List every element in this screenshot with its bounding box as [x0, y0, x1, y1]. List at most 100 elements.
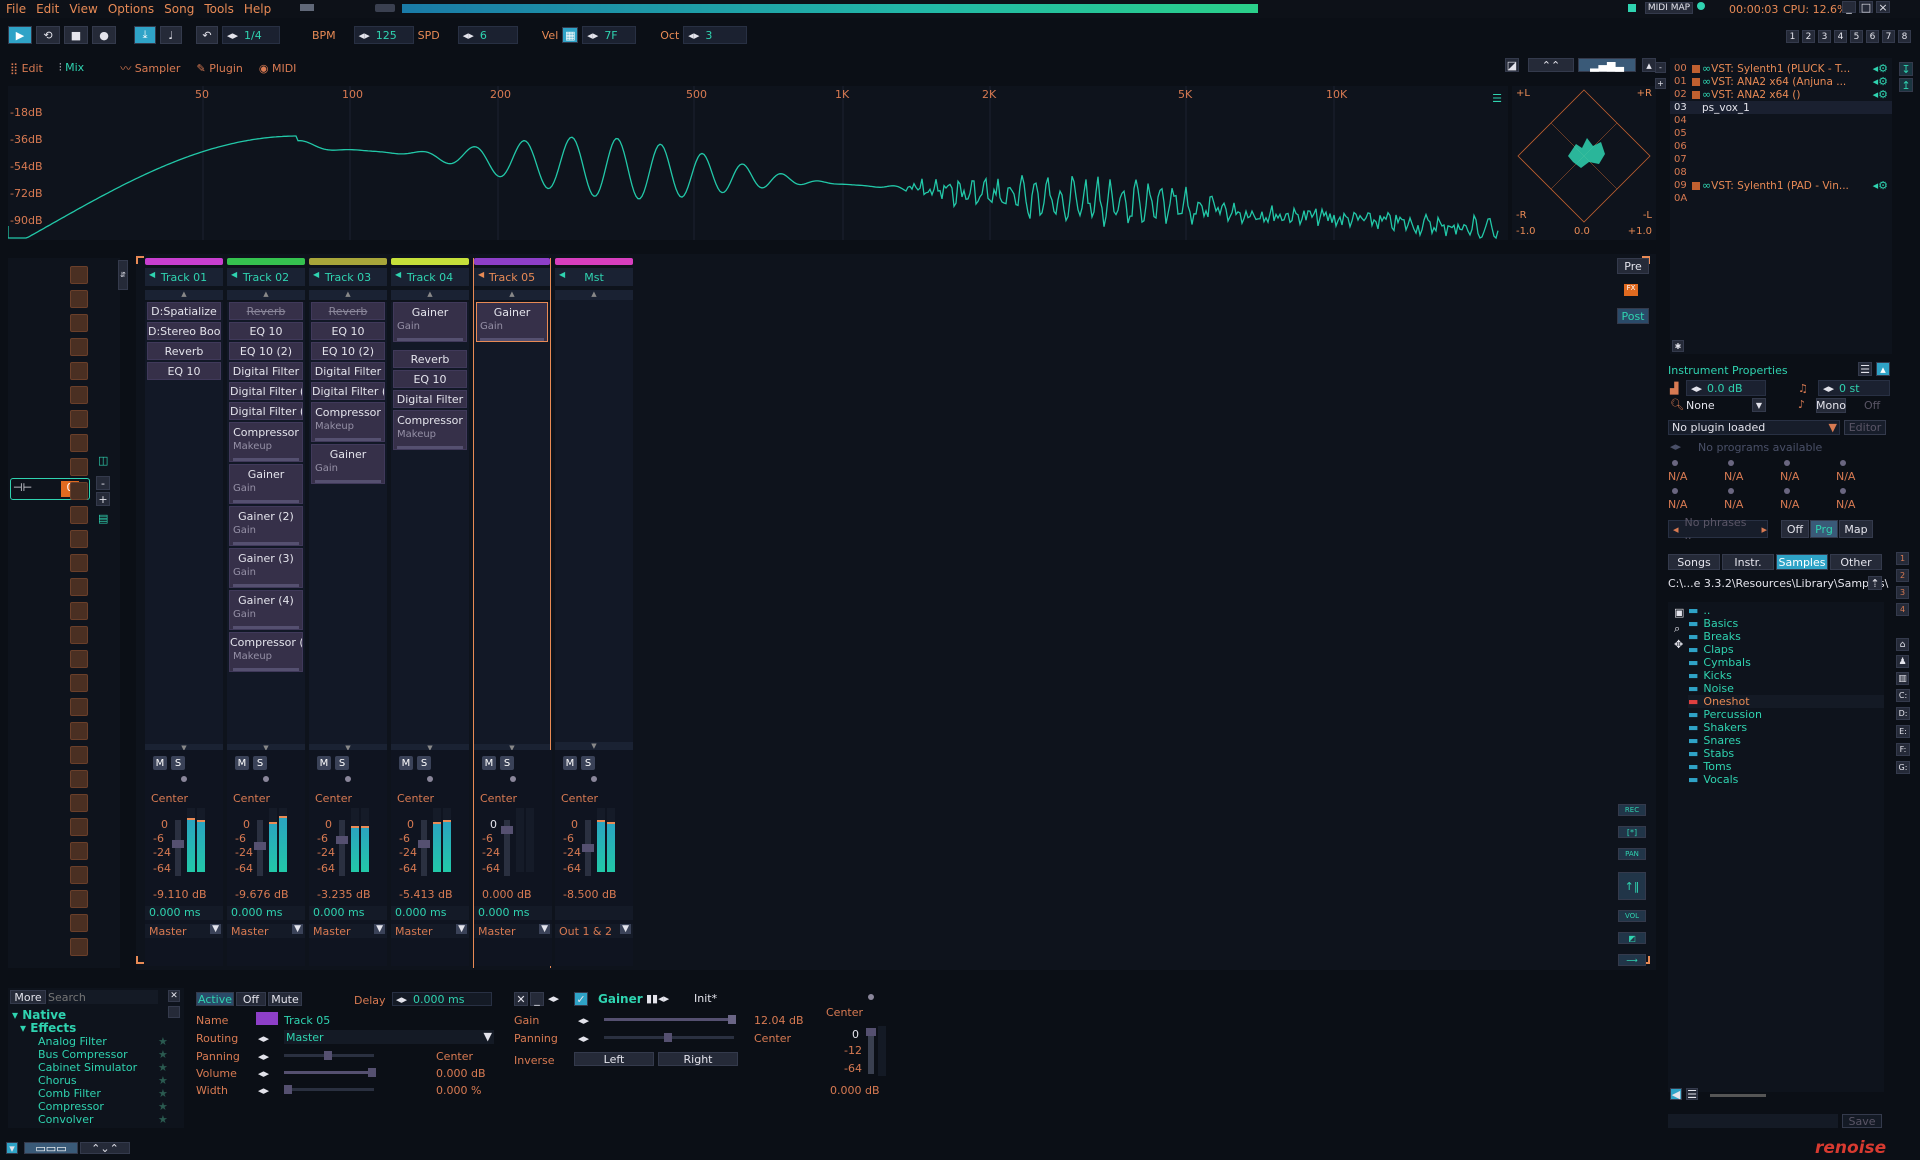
- output-routing-select[interactable]: Master ▼: [309, 924, 387, 938]
- sequence-slot[interactable]: [70, 314, 88, 332]
- menu-view[interactable]: View: [69, 2, 97, 16]
- drive-button[interactable]: C:: [1896, 689, 1910, 702]
- mute-button[interactable]: M: [153, 756, 167, 770]
- dsp-device[interactable]: Gainer Gain: [393, 302, 467, 342]
- show-routing-button[interactable]: ⟶: [1618, 954, 1646, 966]
- sequence-slot[interactable]: [70, 338, 88, 356]
- dsp-scroll-up[interactable]: ▲: [145, 290, 223, 300]
- instrument-slot[interactable]: 07: [1670, 153, 1892, 166]
- dsp-device[interactable]: Gainer (4) Gain: [229, 590, 303, 630]
- sequence-slot[interactable]: [70, 818, 88, 836]
- track-color-swatch[interactable]: [256, 1012, 278, 1025]
- drive-button[interactable]: G:: [1896, 761, 1910, 774]
- dsp-device[interactable]: Gainer Gain: [229, 464, 303, 504]
- instrument-volume-field[interactable]: ◂▸ 0.0 dB: [1686, 380, 1766, 396]
- sequence-slot[interactable]: [70, 722, 88, 740]
- instrument-save-icon[interactable]: ↥: [1899, 78, 1913, 92]
- fader-handle[interactable]: [254, 842, 266, 850]
- device-param-slider[interactable]: [397, 446, 463, 449]
- favorite-slot-button[interactable]: 1: [1896, 552, 1909, 565]
- sequence-slot[interactable]: [70, 674, 88, 692]
- menu-options[interactable]: Options: [108, 2, 154, 16]
- vel-field[interactable]: ◂▸ 7F: [582, 26, 637, 44]
- maximize-button[interactable]: □: [1859, 1, 1873, 14]
- sequence-slot[interactable]: [70, 650, 88, 668]
- spectrum-settings-icon[interactable]: ☰: [1490, 92, 1504, 105]
- pan-knob[interactable]: [591, 776, 597, 782]
- browser-up-button[interactable]: ⇡: [1868, 576, 1882, 590]
- collapse-arrow-icon[interactable]: ◀: [313, 270, 319, 279]
- sequence-slot[interactable]: [70, 578, 88, 596]
- favorite-star-icon[interactable]: ★: [158, 1035, 168, 1048]
- sequence-slot[interactable]: [70, 386, 88, 404]
- mini-volume-fader[interactable]: [866, 1028, 876, 1074]
- fader-handle[interactable]: [582, 844, 594, 852]
- dsp-device[interactable]: Gainer (2) Gain: [229, 506, 303, 546]
- sequence-slot[interactable]: [70, 602, 88, 620]
- clone-icon[interactable]: ◫: [98, 454, 108, 467]
- dsp-scroll-up[interactable]: ▲: [555, 290, 633, 300]
- instrument-slot[interactable]: 09 ∞ VST: Sylenth1 (PAD - Vin... ◂⚙: [1670, 179, 1892, 192]
- param-knob[interactable]: [1672, 488, 1678, 494]
- track-name-header[interactable]: ◀ Track 05: [474, 268, 550, 286]
- preview-play-button[interactable]: ◀: [1670, 1088, 1682, 1101]
- pattern-button[interactable]: 3: [1818, 30, 1831, 43]
- device-pan-knob[interactable]: [868, 994, 874, 1000]
- pan-knob[interactable]: [345, 776, 351, 782]
- sequence-slot[interactable]: [70, 458, 88, 476]
- seq-add-button[interactable]: +: [96, 492, 110, 506]
- device-close-button[interactable]: ✕: [514, 992, 528, 1006]
- sequence-slot[interactable]: [70, 506, 88, 524]
- instrument-menu-button[interactable]: ☰: [1858, 362, 1872, 376]
- sequence-slot[interactable]: [70, 362, 88, 380]
- sequence-slot[interactable]: [70, 890, 88, 908]
- dsp-device[interactable]: Digital Filter (2): [311, 382, 385, 400]
- phrase-prg-button[interactable]: Prg: [1810, 520, 1838, 538]
- pan-knob[interactable]: [427, 776, 433, 782]
- edit-step-field[interactable]: ◂▸ 1/4: [222, 26, 280, 44]
- track-delay-value[interactable]: [555, 906, 633, 920]
- close-button[interactable]: ×: [1876, 1, 1890, 14]
- tab-sampler[interactable]: 〰 Sampler: [120, 60, 180, 76]
- sequence-slot[interactable]: [70, 530, 88, 548]
- track-name-header[interactable]: ◀ Track 03: [309, 268, 387, 286]
- device-param-slider[interactable]: [233, 500, 299, 503]
- tab-edit[interactable]: ⣿ Edit: [10, 62, 43, 75]
- off-button[interactable]: Off: [236, 992, 266, 1006]
- volume-fader[interactable]: [418, 820, 430, 876]
- active-button[interactable]: Active: [196, 992, 234, 1006]
- device-param-slider[interactable]: [233, 584, 299, 587]
- inverse-left-button[interactable]: Left: [574, 1052, 654, 1066]
- pan-knob[interactable]: [510, 776, 516, 782]
- sequence-slot[interactable]: [70, 842, 88, 860]
- sequence-slot[interactable]: [70, 290, 88, 308]
- inverse-right-button[interactable]: Right: [658, 1052, 738, 1066]
- instrument-slot[interactable]: 08: [1670, 166, 1892, 179]
- library-icon[interactable]: ▥: [1896, 672, 1909, 685]
- favorite-star-icon[interactable]: ★: [158, 1113, 168, 1126]
- dsp-device[interactable]: Reverb: [393, 350, 467, 368]
- track-delay-field[interactable]: ◂▸ 0.000 ms: [392, 992, 492, 1006]
- mute-button[interactable]: M: [482, 756, 496, 770]
- velocity-toggle[interactable]: ▦: [562, 27, 579, 43]
- more-button[interactable]: More: [10, 990, 46, 1004]
- pattern-button[interactable]: 5: [1850, 30, 1863, 43]
- undo-button[interactable]: ↶: [196, 26, 218, 44]
- show-delay-button[interactable]: ◩: [1618, 932, 1646, 944]
- menu-edit[interactable]: Edit: [36, 2, 59, 16]
- mute-button[interactable]: M: [399, 756, 413, 770]
- pattern-button[interactable]: 2: [1802, 30, 1815, 43]
- instrument-load-icon[interactable]: ↧: [1899, 62, 1913, 76]
- dsp-device[interactable]: Reverb: [147, 342, 221, 360]
- mono-off-label[interactable]: Off: [1864, 399, 1880, 412]
- track-width-slider[interactable]: [284, 1085, 374, 1094]
- browser-save-button[interactable]: Save: [1842, 1114, 1882, 1128]
- solo-button[interactable]: S: [417, 756, 431, 770]
- favorite-star-icon[interactable]: ★: [158, 1100, 168, 1113]
- stepper-arrows-icon[interactable]: ◂▸: [258, 1067, 269, 1080]
- plugin-editor-icon[interactable]: ◂⚙: [1873, 62, 1888, 75]
- dsp-group-effects[interactable]: ▾ Effects: [20, 1021, 76, 1035]
- midi-map-button[interactable]: MIDI MAP: [1645, 2, 1693, 14]
- solo-button[interactable]: S: [253, 756, 267, 770]
- output-routing-select[interactable]: Master ▼: [227, 924, 305, 938]
